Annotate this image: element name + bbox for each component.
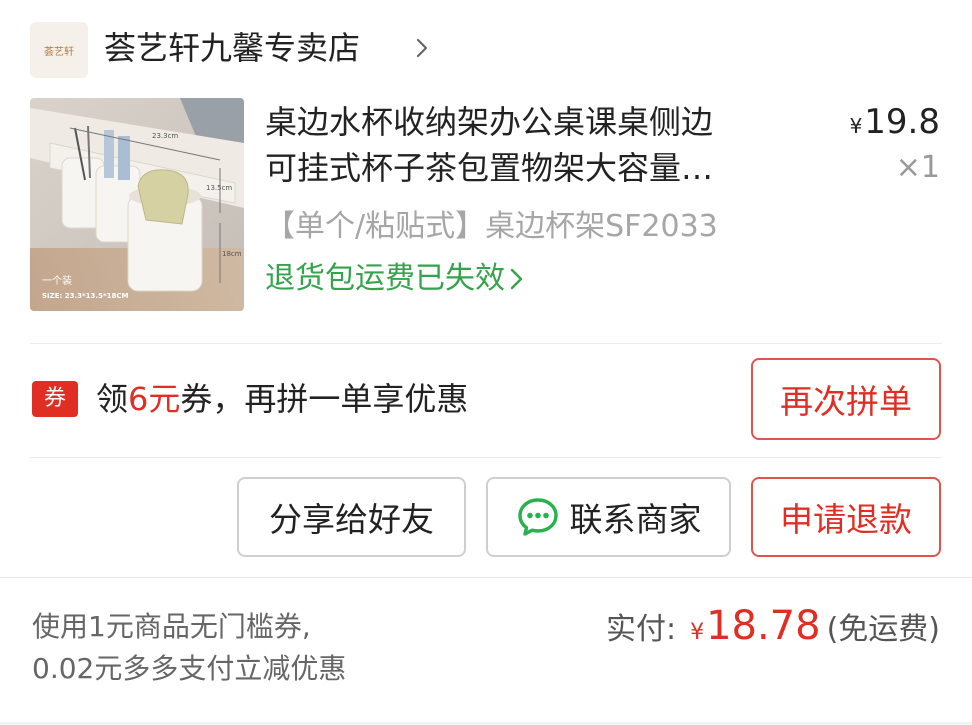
coupon-text-prefix: 领 — [96, 380, 129, 418]
price-value: 19.8 — [864, 102, 940, 142]
section-divider — [0, 577, 972, 578]
price-currency: ¥ — [849, 114, 863, 138]
contact-merchant-label: 联系商家 — [569, 500, 702, 539]
return-shipping-status[interactable]: 退货包运费已失效 — [265, 258, 525, 300]
paid-currency: ¥ — [690, 620, 705, 645]
divider — [30, 457, 942, 458]
store-logo[interactable]: 荟艺轩 — [30, 22, 88, 78]
shipping-note: (免运费) — [826, 612, 940, 647]
image-caption-size: SIZE: 23.3*13.5*18CM — [42, 292, 128, 300]
divider — [30, 343, 942, 344]
reorder-button[interactable]: 再次拼单 — [751, 358, 941, 440]
amount-paid: 实付: ¥ 18.78 (免运费) — [606, 602, 940, 657]
paid-amount: 18.78 — [706, 603, 821, 649]
chat-bubble-icon — [517, 498, 558, 536]
share-with-friend-button[interactable]: 分享给好友 — [237, 477, 466, 557]
contact-merchant-button[interactable]: 联系商家 — [486, 477, 731, 557]
image-dim-width: 23.3cm — [152, 132, 178, 140]
coupon-badge: 券 — [32, 381, 78, 417]
image-dim-depth: 13.5cm — [206, 184, 232, 192]
store-name[interactable]: 荟艺轩九馨专卖店 — [104, 24, 360, 72]
discount-line-2: 0.02元多多支付立减优惠 — [32, 652, 347, 685]
product-image[interactable]: 23.3cm 13.5cm 18cm 一个装 SIZE: 23.3*13.5*1… — [30, 98, 244, 311]
coupon-text-suffix: 券，再拼一单享优惠 — [180, 380, 469, 418]
image-dim-height: 18cm — [222, 250, 242, 258]
product-price: ¥19.8 — [850, 100, 940, 148]
product-title-line-1[interactable]: 桌边水杯收纳架办公桌课桌侧边 — [265, 100, 713, 144]
request-refund-button[interactable]: 申请退款 — [751, 477, 941, 557]
image-caption-pack: 一个装 — [42, 274, 72, 287]
product-title-line-2[interactable]: 可挂式杯子茶包置物架大容量… — [265, 146, 713, 190]
return-status-text: 退货包运费已失效 — [265, 261, 505, 296]
coupon-promo-text: 领6元券，再拼一单享优惠 — [96, 376, 468, 422]
chevron-right-icon — [510, 268, 523, 290]
discount-info: 使用1元商品无门槛券, 0.02元多多支付立减优惠 — [32, 606, 346, 690]
paid-label: 实付: — [605, 612, 677, 647]
chevron-right-icon[interactable] — [410, 36, 434, 60]
coupon-amount: 6元 — [128, 380, 181, 418]
product-quantity: ×1 — [895, 150, 940, 185]
discount-line-1: 使用1元商品无门槛券, — [32, 610, 311, 643]
store-logo-text: 荟艺轩 — [44, 46, 74, 58]
product-spec: 【单个/粘贴式】桌边杯架SF2033 — [265, 209, 718, 244]
